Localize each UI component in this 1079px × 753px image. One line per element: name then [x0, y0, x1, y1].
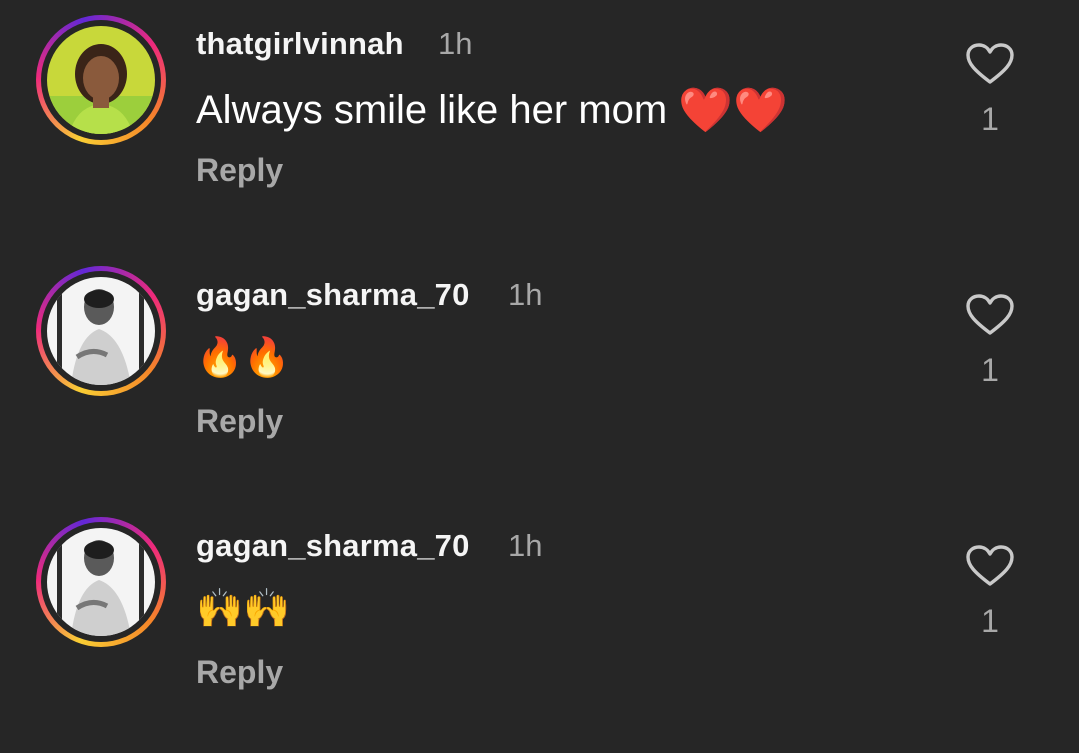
comment-username[interactable]: gagan_sharma_70	[196, 528, 470, 564]
comment-timestamp: 1h	[508, 528, 543, 563]
avatar-photo	[47, 277, 155, 385]
comment-item: gagan_sharma_70 1h 🔥🔥 Reply 1	[0, 251, 1079, 501]
like-count: 1	[981, 101, 999, 137]
comment-emoji: 🔥🔥	[196, 335, 291, 379]
comment-text: Always smile like her mom ❤️❤️	[196, 84, 788, 136]
comment-username[interactable]: gagan_sharma_70	[196, 277, 470, 313]
avatar[interactable]	[36, 266, 166, 396]
avatar[interactable]	[36, 15, 166, 145]
like-count: 1	[981, 352, 999, 388]
heart-outline-icon[interactable]	[964, 544, 1016, 588]
comment-username[interactable]: thatgirlvinnah	[196, 26, 404, 62]
avatar-photo	[47, 528, 155, 636]
comment-emoji: ❤️❤️	[678, 85, 788, 136]
reply-button[interactable]: Reply	[196, 152, 283, 189]
comment-text-content: Always smile like her mom	[196, 88, 668, 132]
comment-text: 🔥🔥	[196, 335, 291, 380]
comment-item: gagan_sharma_70 1h 🙌🙌 Reply 1	[0, 502, 1079, 752]
avatar[interactable]	[36, 517, 166, 647]
reply-button[interactable]: Reply	[196, 654, 283, 691]
heart-outline-icon[interactable]	[964, 293, 1016, 337]
avatar-photo	[47, 26, 155, 134]
comment-text: 🙌🙌	[196, 586, 291, 631]
reply-button[interactable]: Reply	[196, 403, 283, 440]
comment-item: thatgirlvinnah 1h Always smile like her …	[0, 0, 1079, 250]
comment-timestamp: 1h	[508, 277, 543, 312]
comment-emoji: 🙌🙌	[196, 586, 291, 630]
heart-outline-icon[interactable]	[964, 42, 1016, 86]
like-count: 1	[981, 603, 999, 639]
comment-timestamp: 1h	[438, 26, 473, 61]
